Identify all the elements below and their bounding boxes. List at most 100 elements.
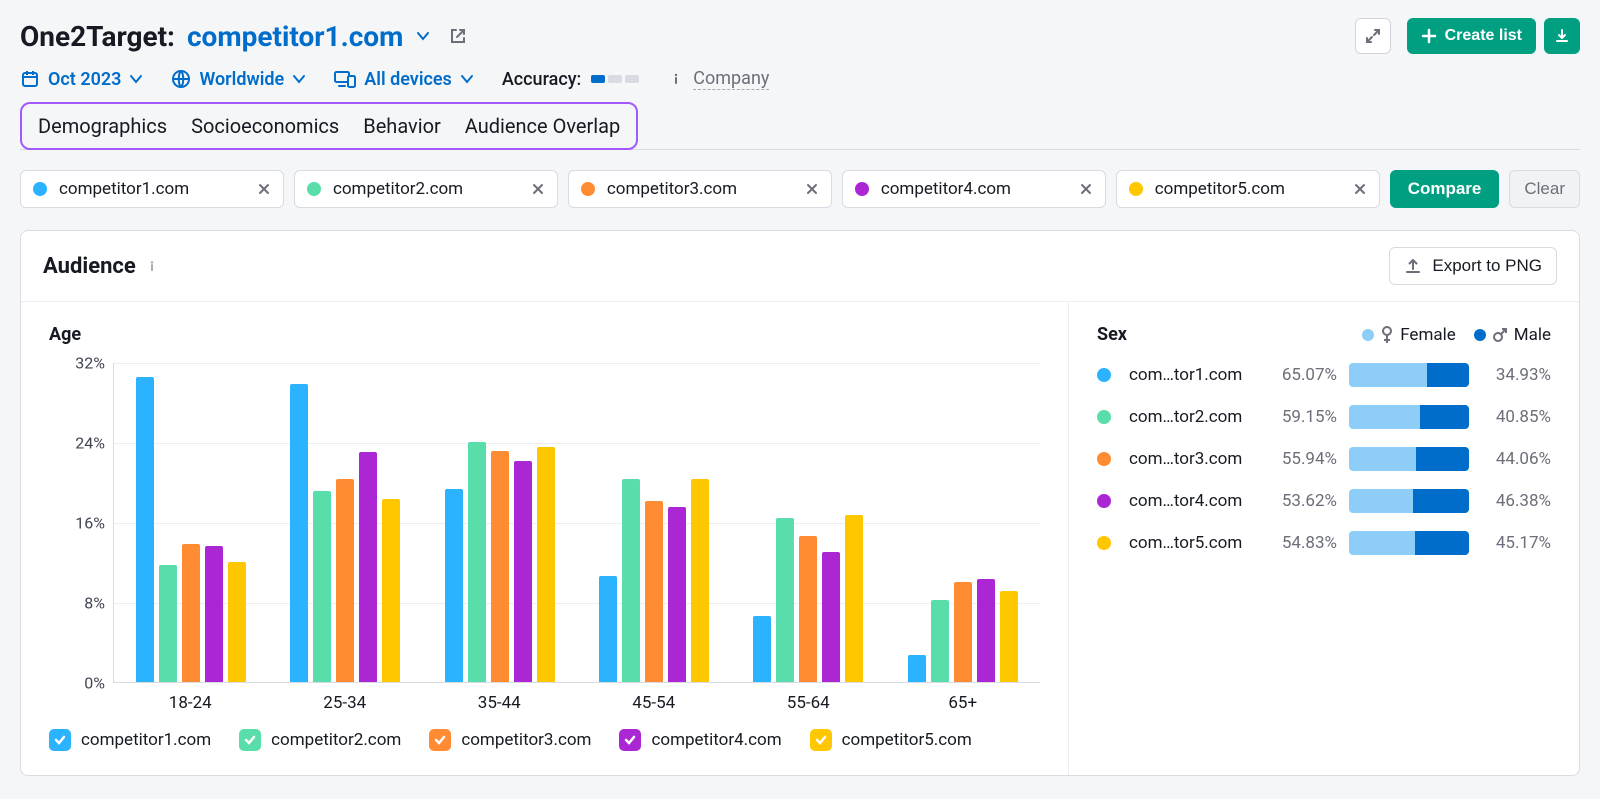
chip-label: competitor3.com <box>607 179 793 199</box>
audience-panel: Audience Export to PNG Age 0%8%16%24%32%… <box>20 230 1580 776</box>
female-pct: 54.83% <box>1267 533 1337 553</box>
bar <box>336 479 354 682</box>
panel-title: Audience <box>43 254 136 279</box>
x-tick: 55-64 <box>731 693 886 713</box>
female-pct: 59.15% <box>1267 407 1337 427</box>
tab-socioeconomics[interactable]: Socioeconomics <box>191 114 339 138</box>
legend-item[interactable]: competitor1.com <box>49 729 211 751</box>
competitor-chip[interactable]: competitor2.com <box>294 170 558 208</box>
export-png-button[interactable]: Export to PNG <box>1389 247 1557 285</box>
accuracy-label: Accuracy: <box>502 69 581 90</box>
sex-bar <box>1349 531 1469 555</box>
competitor-chips: competitor1.com competitor2.com competit… <box>20 170 1580 208</box>
tabs-highlight: Demographics Socioeconomics Behavior Aud… <box>20 102 638 150</box>
tab-audience-overlap[interactable]: Audience Overlap <box>465 114 620 138</box>
create-list-label: Create list <box>1445 27 1522 45</box>
bar <box>645 501 663 682</box>
color-dot <box>581 182 595 196</box>
bar <box>537 447 555 682</box>
competitor-chip[interactable]: competitor4.com <box>842 170 1106 208</box>
color-dot <box>1097 410 1111 424</box>
info-icon[interactable] <box>144 258 160 274</box>
chevron-down-icon <box>292 72 306 86</box>
legend-item[interactable]: competitor5.com <box>810 729 972 751</box>
female-pct: 55.94% <box>1267 449 1337 469</box>
devices-icon <box>334 69 356 89</box>
color-dot <box>1097 494 1111 508</box>
bar <box>382 499 400 682</box>
tabs: Demographics Socioeconomics Behavior Aud… <box>20 102 1580 150</box>
close-icon[interactable] <box>531 182 545 196</box>
domain-link[interactable]: competitor1.com <box>187 20 403 53</box>
bar-group <box>268 363 422 682</box>
sex-legend-male: Male <box>1514 325 1551 345</box>
competitor-name: com…tor5.com <box>1129 533 1255 553</box>
x-tick: 65+ <box>886 693 1041 713</box>
compare-button[interactable]: Compare <box>1390 170 1500 208</box>
create-list-button[interactable]: Create list <box>1407 18 1536 54</box>
competitor-name: com…tor1.com <box>1129 365 1255 385</box>
clear-button[interactable]: Clear <box>1509 170 1580 208</box>
close-icon[interactable] <box>1353 182 1367 196</box>
sex-row: com…tor4.com 53.62% 46.38% <box>1097 489 1551 513</box>
competitor-name: com…tor2.com <box>1129 407 1255 427</box>
sex-row: com…tor5.com 54.83% 45.17% <box>1097 531 1551 555</box>
legend-label: competitor3.com <box>461 730 591 750</box>
chip-label: competitor4.com <box>881 179 1067 199</box>
checkbox-icon <box>239 729 261 751</box>
close-icon[interactable] <box>805 182 819 196</box>
female-icon <box>1380 326 1394 344</box>
legend-item[interactable]: competitor2.com <box>239 729 401 751</box>
competitor-chip[interactable]: competitor1.com <box>20 170 284 208</box>
bar <box>776 518 794 682</box>
sex-bar <box>1349 447 1469 471</box>
bar <box>359 452 377 682</box>
company-info[interactable]: Company <box>667 68 769 90</box>
bar-group <box>423 363 577 682</box>
color-dot <box>1129 182 1143 196</box>
legend-label: competitor2.com <box>271 730 401 750</box>
legend-label: competitor1.com <box>81 730 211 750</box>
legend-item[interactable]: competitor3.com <box>429 729 591 751</box>
bar <box>753 616 771 682</box>
male-icon <box>1492 327 1508 343</box>
chip-label: competitor1.com <box>59 179 245 199</box>
x-tick: 35-44 <box>422 693 577 713</box>
competitor-name: com…tor3.com <box>1129 449 1255 469</box>
close-icon[interactable] <box>1079 182 1093 196</box>
bar <box>599 576 617 682</box>
tab-behavior[interactable]: Behavior <box>363 114 441 138</box>
bar <box>182 544 200 682</box>
bar <box>908 655 926 682</box>
region-filter[interactable]: Worldwide <box>171 69 306 90</box>
male-pct: 40.85% <box>1481 407 1551 427</box>
y-tick: 8% <box>84 594 105 613</box>
close-icon[interactable] <box>257 182 271 196</box>
device-filter[interactable]: All devices <box>334 69 474 90</box>
external-link-icon[interactable] <box>449 27 467 45</box>
x-tick: 18-24 <box>113 693 268 713</box>
checkbox-icon <box>429 729 451 751</box>
chip-label: competitor5.com <box>1155 179 1341 199</box>
info-icon <box>667 70 685 88</box>
color-dot <box>33 182 47 196</box>
chevron-down-icon <box>129 72 143 86</box>
sex-legend-female: Female <box>1400 325 1456 345</box>
legend-item[interactable]: competitor4.com <box>619 729 781 751</box>
chip-label: competitor2.com <box>333 179 519 199</box>
date-filter[interactable]: Oct 2023 <box>20 69 143 90</box>
download-button[interactable] <box>1544 18 1580 54</box>
tab-demographics[interactable]: Demographics <box>38 114 167 138</box>
expand-button[interactable] <box>1355 18 1391 54</box>
bar <box>845 515 863 682</box>
export-label: Export to PNG <box>1432 256 1542 276</box>
competitor-chip[interactable]: competitor5.com <box>1116 170 1380 208</box>
bar-group <box>114 363 268 682</box>
color-dot <box>855 182 869 196</box>
calendar-icon <box>20 69 40 89</box>
chevron-down-icon[interactable] <box>415 28 431 44</box>
sex-legend: Female Male <box>1362 325 1551 345</box>
male-pct: 46.38% <box>1481 491 1551 511</box>
competitor-chip[interactable]: competitor3.com <box>568 170 832 208</box>
bar <box>514 461 532 682</box>
